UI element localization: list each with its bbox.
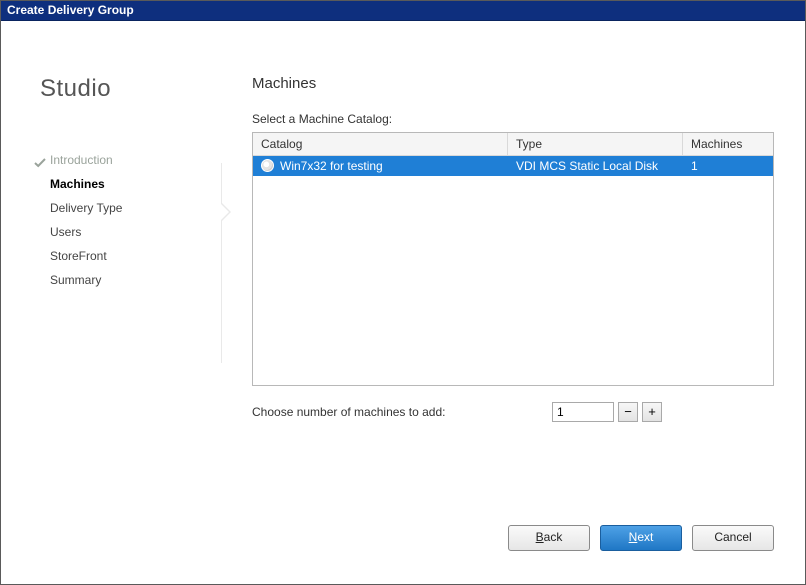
- back-rest: ack: [544, 530, 563, 544]
- page-title: Machines: [252, 75, 774, 92]
- step-label: Delivery Type: [50, 201, 122, 215]
- step-users[interactable]: Users: [50, 220, 222, 244]
- catalog-instruction: Select a Machine Catalog:: [252, 112, 774, 126]
- col-type-header[interactable]: Type: [508, 133, 683, 155]
- machine-count-label: Choose number of machines to add:: [252, 405, 552, 419]
- step-storefront[interactable]: StoreFront: [50, 244, 222, 268]
- col-machines-header[interactable]: Machines: [683, 133, 773, 155]
- step-label: Summary: [50, 273, 101, 287]
- sidebar: Studio Introduction Machines Delivery Ty…: [32, 53, 222, 501]
- machine-count-row: Choose number of machines to add: − +: [252, 402, 774, 422]
- catalog-table-header: Catalog Type Machines: [253, 133, 773, 156]
- sidebar-notch-inner: [221, 204, 229, 220]
- back-button[interactable]: Back: [508, 525, 590, 551]
- decrement-button[interactable]: −: [618, 402, 638, 422]
- step-label: StoreFront: [50, 249, 107, 263]
- wizard-steps: Introduction Machines Delivery Type User…: [32, 148, 222, 292]
- step-label: Users: [50, 225, 81, 239]
- sidebar-divider: [221, 163, 222, 363]
- step-label: Machines: [50, 177, 105, 191]
- cell-catalog: Win7x32 for testing: [253, 159, 508, 173]
- step-delivery-type[interactable]: Delivery Type: [50, 196, 222, 220]
- step-introduction[interactable]: Introduction: [50, 148, 222, 172]
- catalog-table: Catalog Type Machines Win7x32 for testin…: [252, 132, 774, 386]
- step-label: Introduction: [50, 153, 113, 167]
- cancel-button[interactable]: Cancel: [692, 525, 774, 551]
- col-catalog-header[interactable]: Catalog: [253, 133, 508, 155]
- next-rest: ext: [637, 530, 653, 544]
- wizard-window: Create Delivery Group Studio Introductio…: [0, 0, 806, 585]
- cell-machines: 1: [683, 159, 773, 173]
- body: Studio Introduction Machines Delivery Ty…: [2, 23, 804, 511]
- machine-count-input[interactable]: [552, 402, 614, 422]
- check-icon: [34, 153, 46, 165]
- step-summary[interactable]: Summary: [50, 268, 222, 292]
- main-panel: Machines Select a Machine Catalog: Catal…: [222, 53, 774, 501]
- step-machines[interactable]: Machines: [50, 172, 222, 196]
- table-row[interactable]: Win7x32 for testing VDI MCS Static Local…: [253, 156, 773, 176]
- radio-icon: [261, 159, 274, 172]
- wizard-footer: Back Next Cancel: [2, 511, 804, 583]
- content-area: Studio Introduction Machines Delivery Ty…: [2, 23, 804, 583]
- catalog-name: Win7x32 for testing: [280, 159, 383, 173]
- cell-type: VDI MCS Static Local Disk: [508, 159, 683, 173]
- back-accel: B: [536, 530, 544, 544]
- increment-button[interactable]: +: [642, 402, 662, 422]
- window-title: Create Delivery Group: [7, 3, 134, 17]
- titlebar: Create Delivery Group: [1, 1, 805, 21]
- brand-label: Studio: [32, 75, 222, 103]
- next-button[interactable]: Next: [600, 525, 682, 551]
